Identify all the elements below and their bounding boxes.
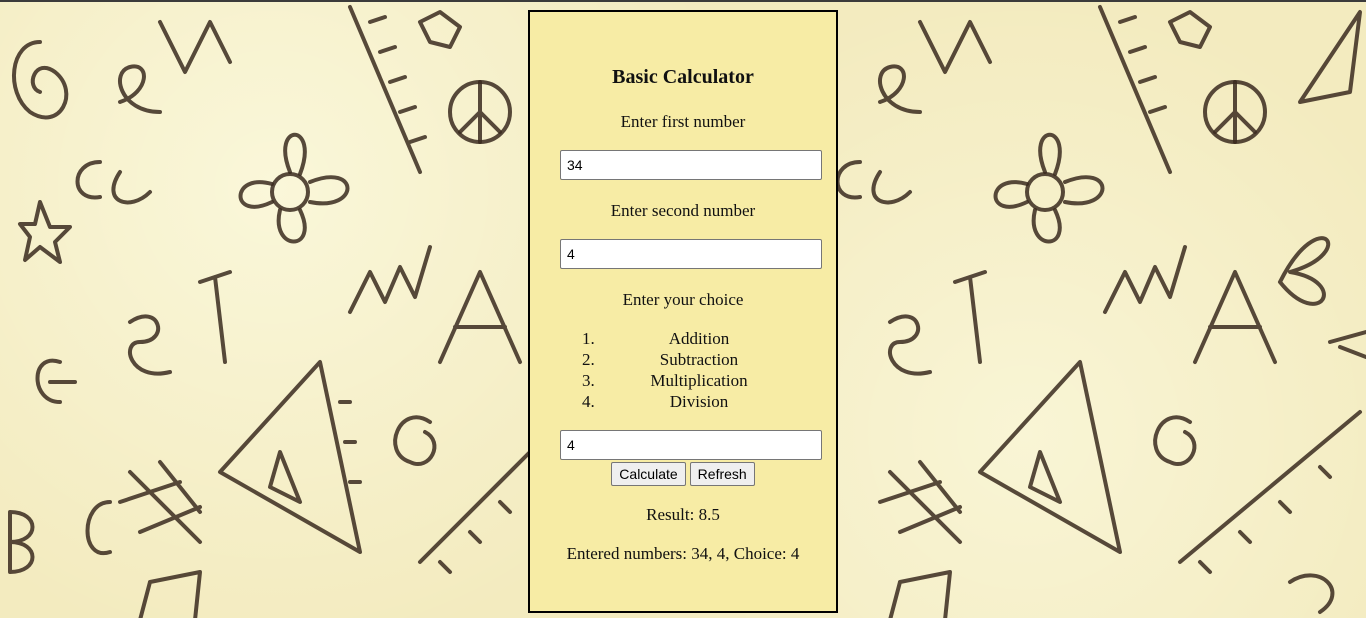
list-item-label: Multiplication	[650, 371, 748, 390]
list-item-number: 2.	[582, 350, 595, 369]
refresh-button[interactable]: Refresh	[689, 462, 755, 486]
list-item-number: 1.	[582, 329, 595, 348]
second-number-input[interactable]	[560, 239, 822, 269]
list-item-label: Division	[669, 392, 729, 411]
operation-list: 1. Addition 2. Subtraction 3. Multiplica…	[560, 328, 808, 412]
first-number-input[interactable]	[560, 150, 822, 180]
list-item-label: Addition	[668, 329, 730, 348]
calculator-card: Basic Calculator Enter first number Ente…	[528, 10, 838, 613]
list-item-label: Subtraction	[659, 350, 739, 369]
second-number-label: Enter second number	[610, 201, 756, 220]
first-number-label: Enter first number	[620, 112, 746, 131]
list-item: 3. Multiplication	[560, 370, 808, 391]
list-item: 1. Addition	[560, 328, 808, 349]
choice-input[interactable]	[560, 430, 822, 460]
list-item: 2. Subtraction	[560, 349, 808, 370]
list-item-number: 4.	[582, 392, 595, 411]
button-row: Calculate Refresh	[530, 462, 836, 486]
choice-label: Enter your choice	[622, 290, 744, 309]
entered-numbers-text: Entered numbers: 34, 4, Choice: 4	[566, 544, 800, 563]
page-title: Basic Calculator	[612, 66, 754, 88]
list-item-number: 3.	[582, 371, 595, 390]
result-text: Result: 8.5	[646, 505, 720, 524]
calculate-button[interactable]: Calculate	[611, 462, 686, 486]
list-item: 4. Division	[560, 391, 808, 412]
